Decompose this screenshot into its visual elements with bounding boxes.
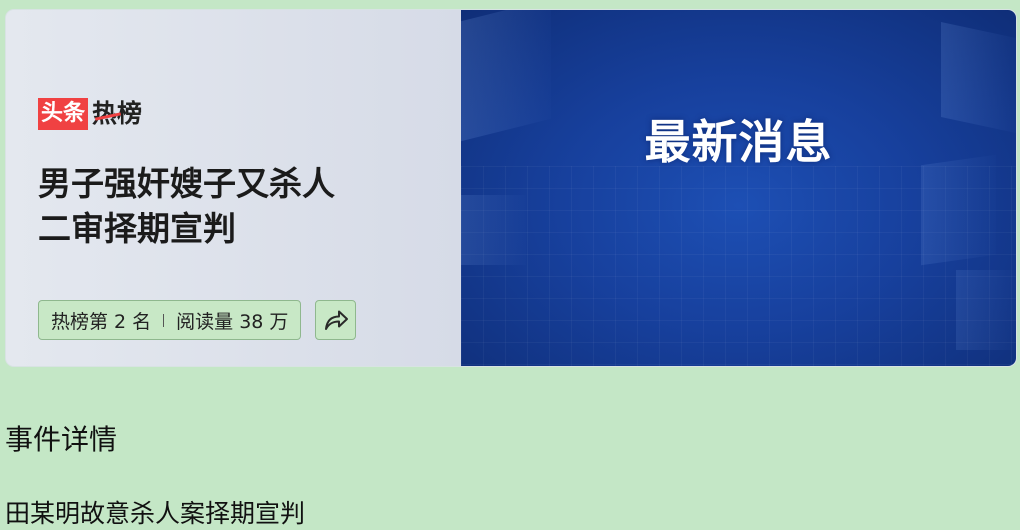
section-heading: 事件详情 bbox=[5, 423, 118, 456]
read-count: 阅读量 38 万 bbox=[176, 310, 289, 333]
headline-line-2: 二审择期宣判 bbox=[38, 209, 236, 248]
hot-topic-card[interactable]: 头条 热榜 男子强奸嫂子又杀人 二审择期宣判 热榜第 2 名 阅读量 38 万 … bbox=[5, 9, 1017, 367]
card-text-panel: 头条 热榜 男子强奸嫂子又杀人 二审择期宣判 热榜第 2 名 阅读量 38 万 bbox=[6, 10, 461, 366]
share-arrow-icon bbox=[324, 310, 348, 330]
card-headline[interactable]: 男子强奸嫂子又杀人 二审择期宣判 bbox=[38, 161, 438, 251]
image-title: 最新消息 bbox=[644, 115, 833, 169]
section-body: 田某明故意杀人案择期宣判 bbox=[5, 499, 306, 528]
image-panel-left bbox=[461, 195, 526, 265]
toutiao-hot-list-logo: 头条 热榜 bbox=[38, 98, 142, 130]
hot-rank: 热榜第 2 名 bbox=[51, 310, 152, 333]
stats-divider bbox=[163, 313, 165, 327]
image-panel-bottom-right bbox=[956, 270, 1016, 350]
news-image: 最新消息 bbox=[461, 10, 1016, 366]
stats-badge[interactable]: 热榜第 2 名 阅读量 38 万 bbox=[38, 300, 302, 340]
brand-toutiao: 头条 bbox=[38, 98, 89, 130]
brand-rebang: 热榜 bbox=[92, 99, 143, 128]
headline-line-1: 男子强奸嫂子又杀人 bbox=[38, 164, 335, 203]
share-button[interactable] bbox=[315, 300, 356, 340]
